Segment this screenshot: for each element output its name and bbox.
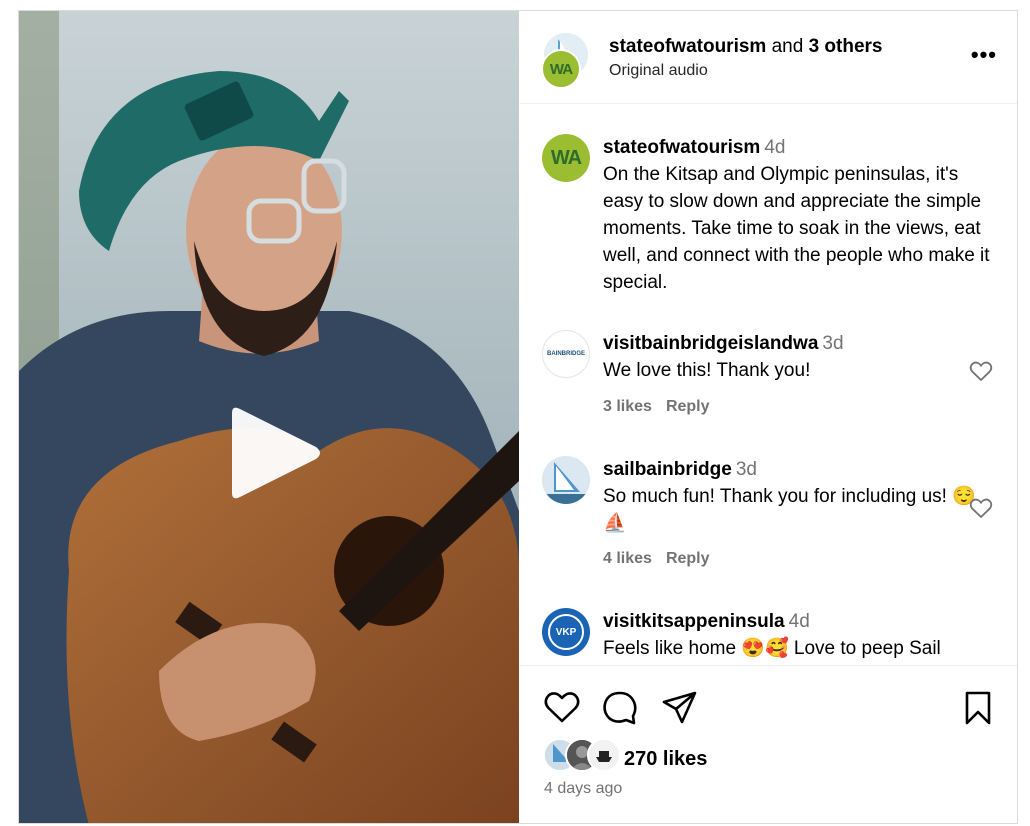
more-options-button[interactable]: ••• [971, 42, 997, 68]
caption: WA stateofwatourism 4d On the Kitsap and … [520, 132, 1017, 302]
comment-avatar[interactable]: BAINBRIDGE [542, 330, 590, 378]
comment-likes[interactable]: 4 likes [603, 550, 652, 567]
caption-body: stateofwatourism 4d On the Kitsap and Oly… [603, 134, 993, 296]
likes-count[interactable]: 270 likes [624, 748, 707, 771]
vkp-logo-ring: VKP [548, 614, 584, 650]
vkp-logo-text: VKP [555, 626, 577, 638]
authors-conjunction: and [766, 36, 809, 57]
play-icon [232, 407, 320, 499]
side-panel: WA stateofwatourism and 3 others Origina… [520, 11, 1017, 823]
comment-body: visitkitsappeninsula 4d Feels like home 😍… [603, 608, 993, 664]
bainbridge-logo-text: BAINBRIDGE [546, 351, 585, 357]
video-player[interactable] [19, 11, 519, 823]
comment-body: visitbainbridgeislandwa 3d We love this! … [603, 330, 993, 384]
post-header: WA stateofwatourism and 3 others Origina… [520, 11, 1017, 104]
post-timestamp[interactable]: 4 days ago [544, 780, 622, 798]
comment-text: Feels like home 😍🥰 Love to peep Sail Bai… [603, 638, 941, 659]
others-link[interactable]: 3 others [809, 36, 883, 57]
comment-avatar[interactable] [542, 456, 590, 504]
comment-likes[interactable]: 3 likes [603, 398, 652, 415]
like-heart-icon[interactable] [542, 688, 582, 728]
caption-username[interactable]: stateofwatourism [603, 137, 760, 158]
comment-username[interactable]: visitbainbridgeislandwa [603, 333, 818, 354]
like-comment-heart-icon[interactable] [969, 497, 993, 519]
comment-meta: 4 likes Reply [603, 550, 724, 568]
collab-avatar-wa[interactable]: WA [541, 49, 581, 89]
caption-time[interactable]: 4d [764, 137, 785, 158]
comment-text: So much fun! Thank you for including us!… [603, 486, 976, 534]
reply-button[interactable]: Reply [666, 398, 710, 415]
post-modal: WA stateofwatourism and 3 others Origina… [18, 10, 1018, 824]
reply-button[interactable]: Reply [666, 550, 710, 567]
comment-item: BAINBRIDGE visitbainbridgeislandwa 3d We … [520, 328, 1017, 428]
liker-avatar [587, 738, 621, 772]
more-icon: ••• [970, 42, 997, 67]
comment-username[interactable]: visitkitsappeninsula [603, 611, 785, 632]
caption-avatar[interactable]: WA [542, 134, 590, 182]
comments-list[interactable]: WA stateofwatourism 4d On the Kitsap and … [520, 104, 1017, 664]
ship-logo-icon [589, 740, 619, 770]
wa-logo-text: WA [549, 60, 573, 78]
comment-avatar[interactable]: VKP [542, 608, 590, 656]
author-username[interactable]: stateofwatourism [609, 36, 766, 57]
save-bookmark-icon[interactable] [958, 688, 998, 728]
comment-body: sailbainbridge 3d So much fun! Thank you … [603, 456, 993, 537]
wa-logo-text: WA [550, 146, 582, 169]
comment-item: VKP visitkitsappeninsula 4d Feels like ho… [520, 606, 1017, 664]
post-authors[interactable]: stateofwatourism and 3 others [609, 35, 883, 59]
comment-time[interactable]: 3d [736, 459, 757, 480]
post-actions: 270 likes 4 days ago [520, 665, 1017, 823]
like-comment-heart-icon[interactable] [969, 360, 993, 382]
comment-username[interactable]: sailbainbridge [603, 459, 732, 480]
play-button[interactable] [224, 403, 324, 503]
comment-text: We love this! Thank you! [603, 360, 811, 381]
comment-time[interactable]: 4d [789, 611, 810, 632]
sail-logo-icon [542, 456, 590, 504]
comment-bubble-icon[interactable] [600, 688, 640, 728]
share-send-icon[interactable] [660, 688, 700, 728]
audio-label[interactable]: Original audio [609, 62, 708, 80]
comment-meta: 3 likes Reply [603, 398, 724, 416]
comment-item: sailbainbridge 3d So much fun! Thank you … [520, 454, 1017, 574]
comment-time[interactable]: 3d [822, 333, 843, 354]
caption-text: On the Kitsap and Olympic peninsulas, it… [603, 164, 990, 293]
